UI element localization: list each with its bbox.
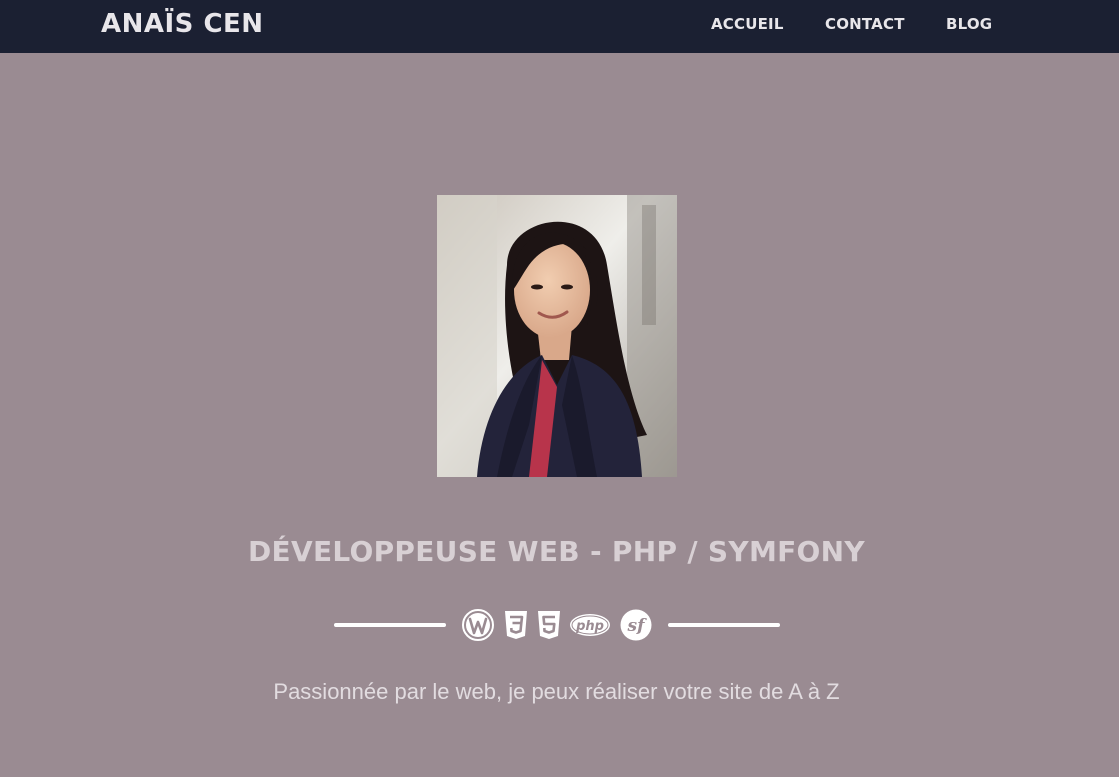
symfony-label: sf bbox=[627, 616, 648, 636]
page-headline: DÉVELOPPEUSE WEB - PHP / SYMFONY bbox=[248, 535, 865, 568]
brand-logo[interactable]: ANAÏS CEN bbox=[101, 6, 264, 42]
nav-link-contact[interactable]: CONTACT bbox=[825, 14, 905, 34]
divider-right bbox=[668, 623, 780, 627]
nav-link-blog[interactable]: BLOG bbox=[946, 14, 992, 34]
profile-photo bbox=[437, 195, 677, 477]
symfony-icon: sf bbox=[620, 609, 652, 641]
nav-link-accueil[interactable]: ACCUEIL bbox=[711, 14, 784, 34]
css3-icon bbox=[504, 609, 528, 641]
php-label: php bbox=[575, 619, 604, 634]
php-icon: php bbox=[569, 609, 611, 641]
tagline: Passionnée par le web, je peux réaliser … bbox=[273, 679, 840, 704]
html5-icon bbox=[537, 609, 561, 641]
divider-left bbox=[334, 623, 446, 627]
wordpress-icon bbox=[462, 609, 494, 641]
navbar: ANAÏS CEN ACCUEIL CONTACT BLOG bbox=[0, 0, 1119, 53]
